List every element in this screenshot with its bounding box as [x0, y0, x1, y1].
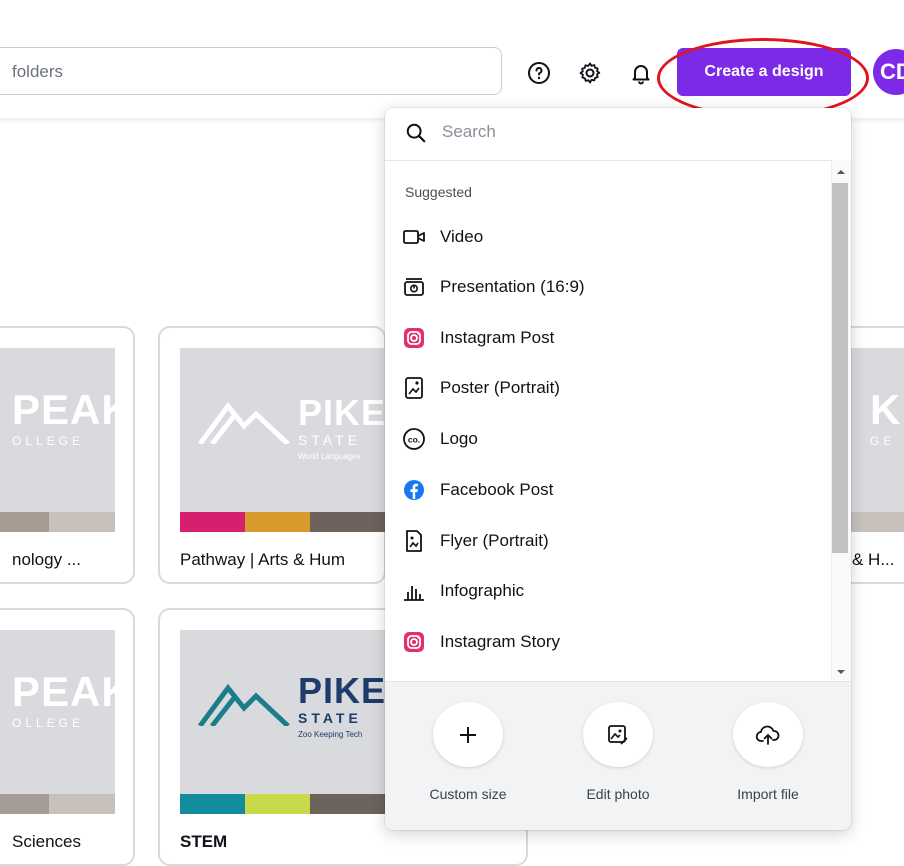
menu-item-instagram-story[interactable]: Instagram Story	[385, 617, 831, 667]
search-input-placeholder: folders	[12, 62, 64, 81]
card-tagline: World Languages	[298, 452, 361, 461]
facebook-icon	[402, 478, 426, 502]
menu-item-label: Flyer (Portrait)	[440, 531, 549, 550]
svg-text:co.: co.	[408, 435, 420, 445]
mountain-logo-icon	[198, 401, 290, 444]
menu-item-label: Infographic	[440, 581, 525, 600]
menu-item-label: Facebook Post	[440, 480, 554, 499]
card-thumbnail: PEAK OLLEGE	[0, 348, 115, 532]
card-title: Sciences	[12, 832, 81, 851]
cloud-upload-icon	[733, 702, 803, 767]
help-icon[interactable]	[525, 59, 553, 87]
presentation-icon	[402, 275, 426, 299]
dropdown-search-placeholder: Search	[442, 122, 496, 141]
create-design-dropdown: Search Suggested Video Presentation (16:…	[385, 108, 851, 830]
card-logo-subtext: OLLEGE	[12, 716, 85, 730]
suggested-heading: Suggested	[405, 184, 472, 200]
card-logo-text: PEAK	[12, 668, 115, 715]
instagram-icon	[402, 326, 426, 350]
card-thumbnail: PEAK OLLEGE	[0, 630, 115, 814]
mountain-logo-icon	[198, 683, 290, 726]
logo-icon: co.	[402, 427, 426, 451]
card-tagline: Zoo Keeping Tech	[298, 730, 363, 739]
card-title: Pathway | Arts & Hum	[180, 550, 346, 569]
edit-photo-button[interactable]: Edit photo	[548, 682, 688, 802]
search-input[interactable]	[0, 47, 502, 95]
menu-item-logo[interactable]: co. Logo	[385, 414, 831, 464]
menu-item-video[interactable]: Video	[385, 212, 831, 262]
dropdown-search-input[interactable]: Search	[385, 108, 851, 161]
action-label: Custom size	[429, 786, 507, 802]
video-icon	[402, 225, 426, 249]
menu-item-poster-portrait[interactable]: Poster (Portrait)	[385, 363, 831, 413]
bell-icon[interactable]	[627, 59, 655, 87]
menu-item-infographic[interactable]: Infographic	[385, 566, 831, 616]
card-logo-text: PIKES	[298, 392, 386, 433]
card-title: STEM	[180, 832, 228, 851]
card-logo-text: K	[870, 386, 902, 433]
scroll-down-icon[interactable]	[835, 668, 847, 676]
card-logo-subtext: STATE	[298, 432, 362, 448]
browser-toolbar-strip	[0, 0, 904, 25]
import-file-button[interactable]: Import file	[698, 682, 838, 802]
folder-card[interactable]: PEAK OLLEGE nology ...	[0, 326, 135, 584]
menu-item-label: Poster (Portrait)	[440, 378, 560, 397]
card-logo-subtext: GE	[870, 434, 896, 448]
quick-actions-panel: Custom size Edit photo Import file	[385, 681, 851, 830]
card-logo-subtext: OLLEGE	[12, 434, 85, 448]
menu-item-label: Presentation (16:9)	[440, 277, 585, 296]
scroll-up-icon[interactable]	[835, 168, 847, 176]
search-icon	[406, 123, 426, 143]
action-label: Edit photo	[586, 786, 650, 802]
poster-icon	[402, 376, 426, 400]
menu-item-label: Instagram Story	[440, 632, 560, 651]
instagram-icon	[402, 630, 426, 654]
flyer-icon	[402, 529, 426, 553]
folder-card[interactable]: PEAK OLLEGE Sciences	[0, 608, 135, 866]
infographic-icon	[402, 579, 426, 603]
menu-item-flyer-portrait[interactable]: Flyer (Portrait)	[385, 516, 831, 566]
card-title: & H...	[852, 550, 895, 569]
folder-card[interactable]: PIKES STATE World Languages Pathway | Ar…	[158, 326, 386, 584]
card-logo-subtext: STATE	[298, 710, 362, 726]
menu-item-instagram-post[interactable]: Instagram Post	[385, 313, 831, 363]
card-title: nology ...	[12, 550, 81, 569]
menu-item-facebook-post[interactable]: Facebook Post	[385, 465, 831, 515]
action-label: Import file	[737, 786, 799, 802]
menu-item-label: Logo	[440, 429, 478, 448]
card-thumbnail: K GE	[842, 348, 904, 532]
card-logo-text: PEAK	[12, 386, 115, 433]
custom-size-button[interactable]: Custom size	[398, 682, 538, 802]
card-thumbnail: PIKES STATE World Languages	[180, 348, 386, 532]
menu-item-label: Video	[440, 227, 484, 246]
gear-icon[interactable]	[576, 59, 604, 87]
card-logo-text: PIKES	[298, 670, 386, 711]
annotation-highlight-ellipse	[657, 38, 869, 118]
scrollbar-thumb[interactable]	[832, 183, 848, 553]
card-thumbnail: PIKES STATE Zoo Keeping Tech	[180, 630, 386, 814]
menu-item-label: Instagram Post	[440, 328, 555, 347]
plus-icon	[433, 702, 503, 767]
image-edit-icon	[583, 702, 653, 767]
menu-item-presentation[interactable]: Presentation (16:9)	[385, 262, 831, 312]
